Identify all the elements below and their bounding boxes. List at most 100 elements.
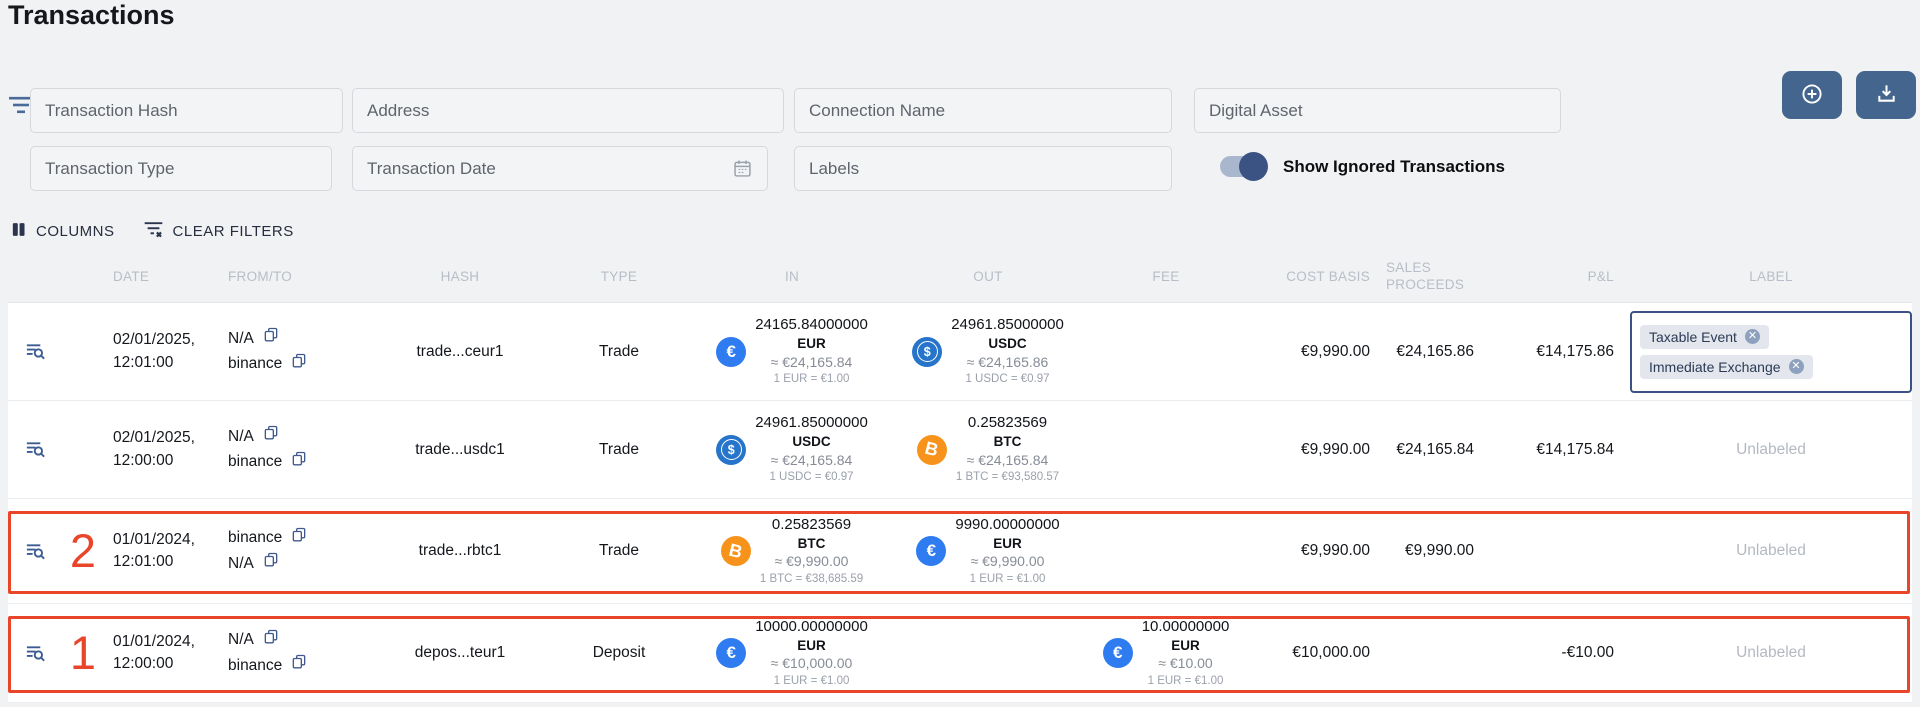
out-cell: € 9990.00000000 EUR ≈ €9,990.00 1 EUR = €1.… — [890, 515, 1086, 587]
from-value: binance — [228, 529, 283, 547]
add-transaction-button[interactable] — [1782, 71, 1842, 119]
header-in: IN — [784, 268, 800, 284]
in-cell: $ 24961.85000000 USDC ≈ €24,165.84 1 USDC =… — [694, 413, 890, 485]
table-header: DATE FROM/TO HASH TYPE IN OUT FEE COST B… — [8, 252, 1912, 302]
header-pnl: P&L — [1587, 268, 1614, 284]
table-row-highlighted[interactable]: 2 01/01/2024, 12:01:00 binance N/A trade… — [8, 499, 1912, 604]
copy-icon[interactable] — [263, 628, 279, 653]
label-editor[interactable]: Taxable Event ✕ Immediate Exchange ✕ — [1630, 310, 1912, 393]
header-date: DATE — [113, 268, 150, 284]
header-fee: FEE — [1152, 268, 1180, 284]
fromto-cell: binance N/A — [228, 526, 376, 576]
toggle-switch[interactable] — [1220, 152, 1268, 181]
transaction-hash-input[interactable] — [30, 88, 343, 133]
connection-name-input[interactable] — [794, 88, 1172, 133]
annotation-number: 1 — [69, 625, 97, 679]
remove-label-icon[interactable]: ✕ — [1744, 329, 1760, 344]
table-row[interactable]: 02/01/2025, 12:01:00 N/A binance trade..… — [8, 303, 1912, 401]
export-button[interactable] — [1856, 71, 1916, 119]
copy-icon[interactable] — [263, 326, 279, 351]
date-cell: 01/01/2024, 12:00:00 — [103, 631, 228, 676]
cost-basis-cell: €9,990.00 — [1301, 342, 1370, 360]
copy-icon[interactable] — [291, 352, 307, 377]
fromto-cell: N/A binance — [228, 326, 376, 376]
from-value: N/A — [228, 631, 254, 649]
copy-icon[interactable] — [291, 526, 307, 551]
page-title: Transactions — [8, 0, 175, 30]
columns-button[interactable]: COLUMNS — [10, 221, 115, 242]
sales-proceeds-cell: €24,165.86 — [1396, 342, 1474, 360]
out-cell: $ 24961.85000000 USDC ≈ €24,165.86 1 USDC =… — [890, 315, 1086, 387]
in-cell: € 24165.84000000 EUR ≈ €24,165.84 1 EUR = €… — [694, 315, 890, 387]
date-cell: 02/01/2025, 12:01:00 — [103, 329, 228, 374]
type-cell: Deposit — [592, 644, 646, 661]
to-value: binance — [228, 453, 283, 470]
time-value: 12:01:00 — [113, 353, 174, 371]
pnl-cell: -€10.00 — [1561, 644, 1614, 661]
time-value: 12:00:00 — [113, 451, 174, 469]
to-value: N/A — [228, 554, 254, 572]
type-cell: Trade — [599, 342, 639, 360]
fee-cell: € 10.00000000 EUR ≈ €10.00 1 EUR = €1.00 — [1086, 617, 1246, 689]
from-value: N/A — [228, 329, 254, 347]
digital-asset-input[interactable] — [1194, 88, 1561, 133]
expand-row-button[interactable] — [8, 438, 63, 461]
label-cell[interactable]: Unlabeled — [1630, 542, 1912, 560]
date-cell: 01/01/2024, 12:01:00 — [103, 529, 228, 574]
header-out: OUT — [973, 268, 1003, 284]
show-ignored-toggle[interactable]: Show Ignored Transactions — [1220, 152, 1505, 181]
table-row-highlighted[interactable]: 1 01/01/2024, 12:00:00 N/A binance depos… — [8, 604, 1912, 703]
cost-basis-cell: €10,000.00 — [1292, 644, 1370, 661]
hash-cell: trade...ceur1 — [416, 342, 504, 360]
usdc-icon: $ — [912, 336, 943, 367]
copy-icon[interactable] — [291, 450, 307, 475]
fromto-cell: N/A binance — [228, 628, 376, 678]
label-cell[interactable]: Unlabeled — [1630, 644, 1912, 662]
label-chip[interactable]: Taxable Event ✕ — [1640, 324, 1769, 349]
sales-proceeds-cell: €24,165.84 — [1396, 440, 1474, 458]
transaction-type-input[interactable] — [30, 146, 332, 191]
annotation-number: 2 — [69, 523, 97, 577]
usdc-icon: $ — [716, 434, 747, 465]
label-chip-text: Taxable Event — [1649, 328, 1737, 345]
header-type: TYPE — [600, 268, 638, 284]
copy-icon[interactable] — [291, 653, 307, 678]
toggle-knob[interactable] — [1239, 152, 1268, 181]
expand-row-button[interactable] — [8, 340, 63, 363]
clear-filters-button[interactable]: CLEAR FILTERS — [143, 220, 294, 243]
plus-circle-icon — [1800, 82, 1824, 109]
to-value: binance — [228, 355, 283, 372]
expand-row-button[interactable] — [8, 642, 63, 665]
columns-icon — [10, 221, 27, 242]
type-cell: Trade — [599, 542, 639, 559]
sales-proceeds-cell: €9,990.00 — [1405, 542, 1474, 559]
hash-cell: trade...rbtc1 — [418, 542, 502, 559]
eur-icon: € — [1102, 638, 1133, 668]
columns-label: COLUMNS — [36, 223, 115, 240]
address-input[interactable] — [352, 88, 784, 133]
label-cell[interactable]: Taxable Event ✕ Immediate Exchange ✕ — [1630, 310, 1912, 393]
eur-icon: € — [716, 336, 747, 367]
type-cell: Trade — [599, 440, 639, 458]
download-icon — [1875, 82, 1898, 108]
header-hash: HASH — [440, 268, 480, 284]
header-sales-proceeds: SALES PROCEEDS — [1386, 260, 1465, 292]
from-value: N/A — [228, 427, 254, 445]
remove-label-icon[interactable]: ✕ — [1788, 359, 1804, 374]
date-value: 01/01/2024, — [113, 632, 195, 650]
table-row[interactable]: 02/01/2025, 12:00:00 N/A binance trade..… — [8, 401, 1912, 499]
show-ignored-label: Show Ignored Transactions — [1283, 156, 1505, 176]
eur-icon: € — [716, 638, 747, 668]
label-cell[interactable]: Unlabeled — [1630, 441, 1912, 459]
cost-basis-cell: €9,990.00 — [1301, 542, 1370, 559]
expand-row-button[interactable] — [8, 540, 63, 563]
btc-icon: B — [916, 434, 947, 465]
label-chip[interactable]: Immediate Exchange ✕ — [1640, 354, 1813, 379]
copy-icon[interactable] — [263, 551, 279, 576]
transaction-date-input[interactable] — [352, 146, 768, 191]
labels-input[interactable] — [794, 146, 1172, 191]
copy-icon[interactable] — [263, 424, 279, 449]
clear-filters-icon — [143, 220, 164, 243]
to-value: binance — [228, 656, 283, 674]
pnl-cell: €14,175.84 — [1536, 440, 1614, 458]
